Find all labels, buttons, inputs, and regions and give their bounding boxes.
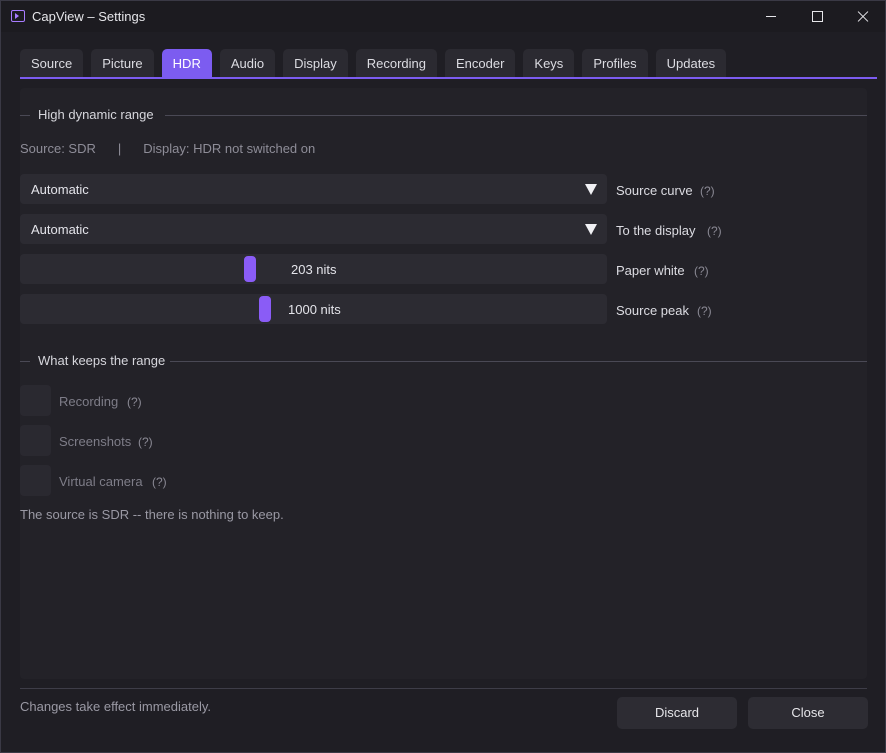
- recording-checkbox-label: Recording: [59, 394, 119, 409]
- screenshots-help[interactable]: (?): [138, 435, 153, 449]
- close-window-button[interactable]: [840, 1, 886, 32]
- to-display-label: To the display: [616, 223, 696, 238]
- paper-white-label: Paper white: [616, 263, 685, 278]
- to-display-help[interactable]: (?): [707, 224, 722, 238]
- to-display-dropdown[interactable]: Automatic: [20, 214, 607, 244]
- tab-bar: Source Picture HDR Audio Display Recordi…: [20, 49, 727, 78]
- divider: [20, 115, 30, 116]
- hdr-section-title: High dynamic range: [38, 107, 154, 122]
- tab-profiles[interactable]: Profiles: [582, 49, 648, 78]
- virtual-camera-help[interactable]: (?): [152, 475, 167, 489]
- footer-divider: [20, 688, 867, 689]
- source-peak-slider[interactable]: 1000 nits: [20, 294, 607, 324]
- source-peak-label: Source peak: [616, 303, 689, 318]
- divider: [165, 115, 867, 116]
- source-peak-help[interactable]: (?): [697, 304, 712, 318]
- close-button[interactable]: Close: [748, 697, 868, 729]
- source-peak-value: 1000 nits: [288, 302, 341, 317]
- screenshots-checkbox[interactable]: [20, 425, 51, 456]
- tab-keys[interactable]: Keys: [523, 49, 575, 78]
- paper-white-slider[interactable]: 203 nits: [20, 254, 607, 284]
- minimize-button[interactable]: [748, 1, 794, 32]
- title-bar: CapView – Settings: [1, 1, 885, 32]
- footer-note: Changes take effect immediately.: [20, 699, 212, 714]
- keeps-section-title: What keeps the range: [38, 353, 166, 368]
- hdr-section-header: High dynamic range: [20, 107, 867, 123]
- slider-thumb[interactable]: [244, 256, 256, 282]
- tab-recording[interactable]: Recording: [355, 49, 437, 78]
- source-curve-label: Source curve: [616, 183, 693, 198]
- tab-updates[interactable]: Updates: [655, 49, 727, 78]
- source-curve-value: Automatic: [31, 182, 89, 197]
- paper-white-value: 203 nits: [291, 262, 337, 277]
- virtual-camera-checkbox[interactable]: [20, 465, 51, 496]
- display-status: Display: HDR not switched on: [143, 141, 316, 156]
- to-display-value: Automatic: [31, 222, 89, 237]
- tab-underline: [20, 77, 877, 79]
- divider: [20, 361, 30, 362]
- keeps-section-header: What keeps the range: [20, 353, 867, 369]
- maximize-button[interactable]: [794, 1, 840, 32]
- divider: [170, 361, 867, 362]
- virtual-camera-checkbox-label: Virtual camera: [59, 474, 143, 489]
- tab-hdr[interactable]: HDR: [161, 49, 212, 78]
- tab-display[interactable]: Display: [283, 49, 348, 78]
- source-status: Source: SDR: [20, 141, 96, 156]
- hdr-status-line: Source: SDR | Display: HDR not switched on: [20, 141, 315, 156]
- status-separator: |: [117, 141, 122, 156]
- app-logo-icon: [11, 10, 25, 22]
- keeps-note: The source is SDR -- there is nothing to…: [20, 507, 284, 522]
- screenshots-checkbox-label: Screenshots: [59, 434, 132, 449]
- tab-picture[interactable]: Picture: [91, 49, 154, 78]
- source-curve-dropdown[interactable]: Automatic: [20, 174, 607, 204]
- tab-source[interactable]: Source: [20, 49, 84, 78]
- tab-encoder[interactable]: Encoder: [444, 49, 516, 78]
- settings-window: CapView – Settings Source Picture HDR Au…: [0, 0, 886, 753]
- recording-help[interactable]: (?): [127, 395, 142, 409]
- discard-button[interactable]: Discard: [617, 697, 737, 729]
- source-curve-help[interactable]: (?): [700, 184, 715, 198]
- window-title: CapView – Settings: [32, 9, 146, 24]
- tab-audio[interactable]: Audio: [219, 49, 276, 78]
- dropdown-arrow-icon: [585, 184, 597, 195]
- paper-white-help[interactable]: (?): [694, 264, 709, 278]
- slider-thumb[interactable]: [259, 296, 271, 322]
- dropdown-arrow-icon: [585, 224, 597, 235]
- recording-checkbox[interactable]: [20, 385, 51, 416]
